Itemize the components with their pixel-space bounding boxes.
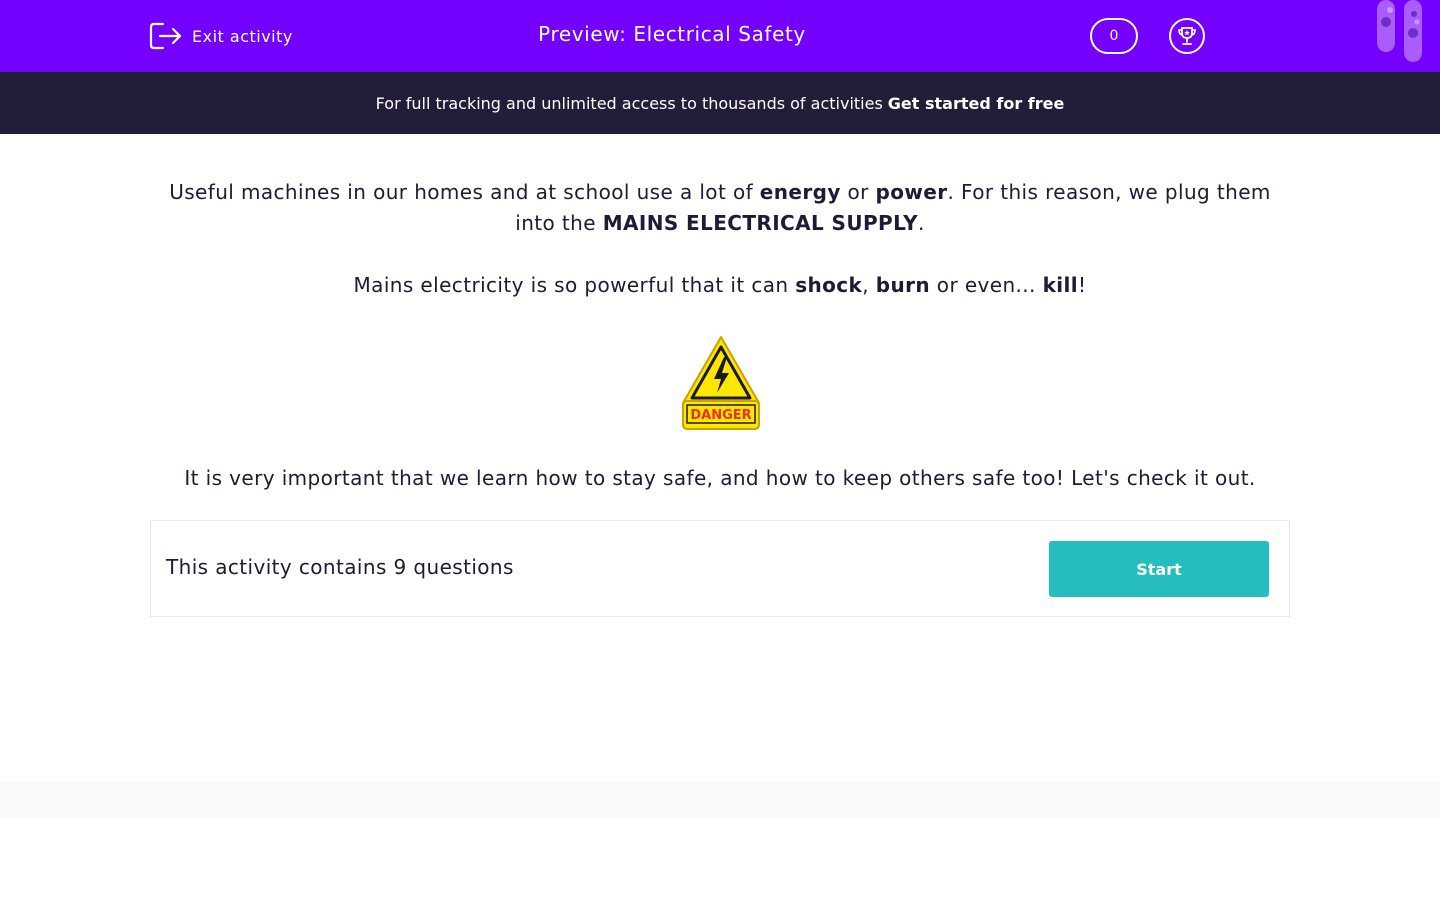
intro-text: or even...: [930, 273, 1043, 297]
intro-bold-text: burn: [875, 273, 931, 297]
get-started-link[interactable]: Get started for free: [888, 94, 1065, 113]
intro-paragraph-1: Useful machines in our homes and at scho…: [150, 177, 1290, 239]
intro-bold-text: power: [875, 180, 948, 204]
trophy-button[interactable]: [1169, 18, 1205, 54]
intro-paragraph-3: It is very important that we learn how t…: [184, 466, 1256, 490]
intro-text: !: [1078, 273, 1087, 297]
footer-strip: [0, 781, 1440, 818]
exit-icon: [149, 22, 182, 50]
danger-sign-label: DANGER: [690, 408, 751, 423]
question-count-text: This activity contains 9 questions: [166, 555, 514, 579]
promo-text: For full tracking and unlimited access t…: [375, 93, 883, 113]
intro-text: Useful machines in our homes and at scho…: [169, 180, 760, 204]
activity-start-card: This activity contains 9 questions Start: [150, 520, 1290, 617]
intro-text: Mains electricity is so powerful that it…: [353, 273, 796, 297]
intro-bold-text: energy: [759, 180, 841, 204]
danger-sign-image: DANGER: [682, 336, 760, 430]
top-bar: Exit activity Preview: Electrical Safety…: [0, 0, 1440, 72]
page-title: Preview: Electrical Safety: [538, 22, 806, 46]
intro-text: .: [917, 211, 925, 235]
test-tubes-icon: [1377, 0, 1422, 62]
start-button[interactable]: Start: [1049, 541, 1269, 597]
exit-activity-label: Exit activity: [192, 26, 293, 46]
trophy-icon: [1178, 27, 1196, 45]
intro-bold-text: MAINS ELECTRICAL SUPPLY: [602, 211, 918, 235]
intro-bold-text: kill: [1042, 273, 1079, 297]
intro-paragraph-2: Mains electricity is so powerful that it…: [150, 270, 1290, 301]
promo-banner: For full tracking and unlimited access t…: [0, 72, 1440, 134]
exit-activity-button[interactable]: Exit activity: [149, 20, 293, 52]
score-badge: 0: [1090, 18, 1138, 54]
intro-text: ,: [862, 273, 876, 297]
intro-bold-text: shock: [795, 273, 863, 297]
intro-text: or: [840, 180, 876, 204]
